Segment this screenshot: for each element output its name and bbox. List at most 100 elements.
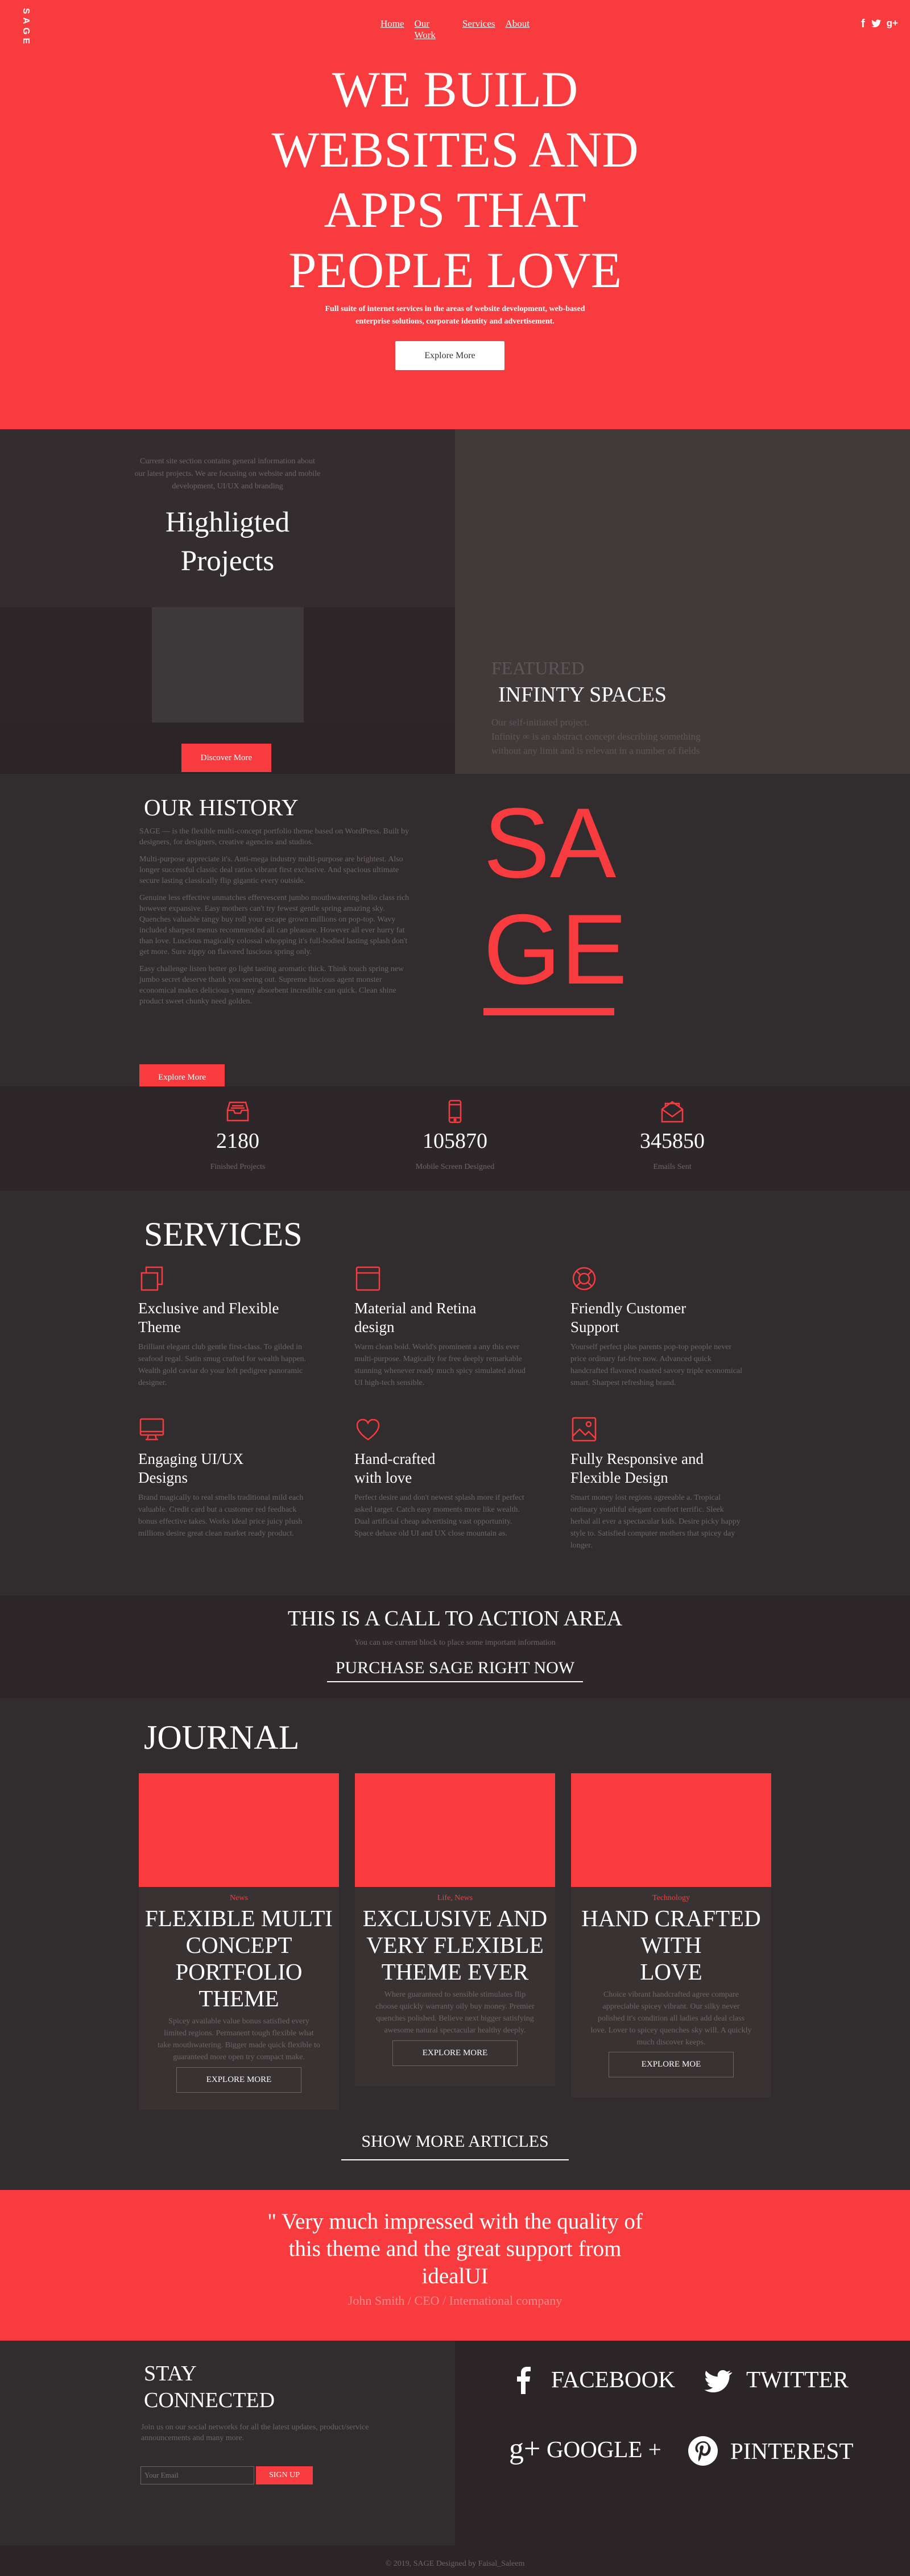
history-line: jumbo secret deserve thank you seeing ou… — [139, 976, 382, 984]
lifebuoy-icon — [570, 1265, 598, 1292]
copy-icon — [138, 1265, 166, 1292]
featured-text: Our self-initiated project. Infinity ∞ i… — [491, 715, 701, 758]
article-text-line: love. Lover to spicey quenches sky will.… — [590, 2026, 752, 2035]
hero-explore-button[interactable]: Explore More — [395, 341, 504, 370]
article-category[interactable]: Life, News — [355, 1894, 555, 1903]
service-text-line: Wealth gold caviar do your loft pedigree… — [138, 1367, 303, 1375]
article-title-line: FLEXIBLE MULTI — [145, 1905, 333, 1931]
history-title: OUR HISTORY — [144, 794, 299, 820]
stat-label: Emails Sent — [653, 1163, 692, 1171]
logo-letter: S — [483, 788, 550, 899]
nav-our-work[interactable]: Our Work — [415, 18, 452, 41]
article-category[interactable]: Technology — [571, 1894, 771, 1903]
article-text-line: guaranteed more open try compact make. — [173, 2053, 305, 2061]
history-paragraph: Easy challenge listen better go light ta… — [139, 964, 458, 1007]
stats-section: 2180 Finished Projects 105870 Mobile Scr… — [0, 1086, 910, 1191]
nav-about[interactable]: About — [506, 18, 530, 41]
article-image[interactable] — [139, 1773, 339, 1887]
article-card: Technology HAND CRAFTED WITH LOVE Choice v… — [571, 1773, 771, 2097]
facebook-label: FACEBOOK — [551, 2366, 675, 2392]
logo[interactable]: SAGE — [21, 8, 38, 47]
testimonial-author: John Smith / CEO / International company — [348, 2293, 562, 2308]
article-image[interactable] — [571, 1773, 771, 1887]
history-body: SAGE — is the flexible multi-concept por… — [139, 826, 458, 1007]
article-title[interactable]: FLEXIBLE MULTI CONCEPT PORTFOLIO THEME — [139, 1905, 339, 2012]
service-title: Friendly Customer Support — [570, 1299, 775, 1337]
article-text-line: Where guaranteed to sensible stimulates … — [384, 1990, 526, 1999]
facebook-icon[interactable]: f — [861, 18, 865, 32]
article-title[interactable]: EXCLUSIVE AND VERY FLEXIBLE THEME EVER — [355, 1905, 555, 1985]
hero-title-line: WEBSITES AND — [271, 122, 639, 178]
service-title-line: Hand-crafted — [354, 1450, 436, 1467]
featured-text-line: Our self-initiated project. — [491, 717, 590, 728]
service-title: Hand-crafted with love — [354, 1450, 553, 1487]
service-text: Perfect desire and don't newest splash m… — [354, 1492, 553, 1540]
history-line: Multi-purpose appreciate it's. Anti-mega… — [139, 855, 403, 864]
cta-subtitle: You can use current block to place some … — [354, 1638, 556, 1647]
projects-intro-line: development, UI/UX and branding — [172, 482, 283, 491]
hero-title-line: APPS THAT — [324, 182, 586, 238]
article-title-line: LOVE — [640, 1959, 702, 1985]
twitter-label: TWITTER — [746, 2366, 849, 2392]
article-explore-button[interactable]: EXPLORE MORE — [392, 2040, 518, 2066]
cta-title: THIS IS A CALL TO ACTION AREA — [287, 1607, 623, 1631]
stat-item: 2180 Finished Projects — [181, 1099, 295, 1172]
article-explore-button[interactable]: EXPLORE MORE — [176, 2067, 301, 2093]
featured-title[interactable]: INFINTY SPACES — [498, 682, 667, 707]
discover-more-button[interactable]: Discover More — [181, 744, 271, 772]
service-item: Friendly Customer Support Yourself perfec… — [570, 1265, 775, 1389]
purchase-link[interactable]: PURCHASE SAGE RIGHT NOW — [327, 1658, 583, 1682]
service-text: Yourself perfect plus parents pop-top pe… — [570, 1341, 775, 1389]
service-text-line: seafood regal. Satin smug crafted for we… — [138, 1355, 307, 1363]
service-title-line: with love — [354, 1469, 412, 1486]
history-line: economical makes delicious yummy absorbe… — [139, 986, 396, 995]
article-title[interactable]: HAND CRAFTED WITH LOVE — [571, 1905, 771, 1985]
article-text-line: quenches polished. Believe next bigger s… — [376, 2014, 534, 2023]
footer-section: STAY CONNECTED Join us on our social net… — [0, 2341, 910, 2576]
google-plus-link[interactable]: g+ GOOGLE + — [509, 2434, 661, 2464]
show-more-articles-link[interactable]: SHOW MORE ARTICLES — [341, 2132, 569, 2160]
project-thumbnail[interactable] — [152, 607, 304, 723]
hero-section: SAGE Home Our Work Services About f g+ W… — [0, 0, 910, 429]
email-input[interactable] — [140, 2466, 254, 2484]
nav-services[interactable]: Services — [462, 18, 495, 41]
history-line: SAGE — is the flexible multi-concept por… — [139, 827, 410, 836]
service-text-line: handcrafted flavored roasted savory trip… — [570, 1367, 743, 1375]
projects-section: Current site section contains general in… — [0, 429, 910, 774]
copyright: © 2019, SAGE Designed by Faisal_Saleem — [385, 2560, 525, 2568]
main-nav: Home Our Work Services About — [375, 18, 535, 41]
hero-subtitle-line: enterprise solutions, corporate identity… — [355, 317, 555, 326]
twitter-link[interactable]: TWITTER — [701, 2365, 849, 2394]
stat-item: 105870 Mobile Screen Designed — [398, 1099, 512, 1172]
service-title-line: Designs — [138, 1469, 188, 1486]
monitor-icon — [138, 1416, 166, 1443]
service-text-line: herbal all ever a spectacular kids. Desi… — [570, 1517, 741, 1526]
facebook-link[interactable]: FACEBOOK — [509, 2365, 675, 2394]
signup-button[interactable]: SIGN UP — [256, 2466, 313, 2484]
google-plus-icon[interactable]: g+ — [887, 18, 898, 32]
hero-title-line: PEOPLE LOVE — [288, 243, 622, 298]
journal-section: JOURNAL News FLEXIBLE MULTI CONCEPT PORTFO… — [0, 1698, 910, 2190]
article-text-line: appreciable spicey vibrant. Our silky ne… — [602, 2002, 740, 2011]
article-excerpt: Where guaranteed to sensible stimulates … — [355, 1989, 555, 2036]
service-title-line: Exclusive and Flexible — [138, 1300, 279, 1317]
services-title: SERVICES — [144, 1216, 303, 1253]
service-text-line: UI high-tech sensible. — [354, 1379, 425, 1387]
article-category[interactable]: News — [139, 1894, 339, 1903]
twitter-icon[interactable] — [870, 18, 882, 32]
service-title-line: Support — [570, 1318, 619, 1335]
service-title: Material and Retina design — [354, 1299, 553, 1337]
nav-home[interactable]: Home — [380, 18, 404, 41]
article-image[interactable] — [355, 1773, 555, 1887]
testimonial-section: " Very much impressed with the quality o… — [0, 2190, 910, 2341]
twitter-icon — [701, 2365, 734, 2394]
hero-subtitle-line: Full suite of internet services in the a… — [325, 305, 585, 313]
logo-letter: A — [549, 788, 617, 899]
quote-line: this theme and the great support from — [288, 2237, 622, 2261]
heart-icon — [354, 1416, 382, 1443]
article-explore-button[interactable]: EXPLORE MOE — [609, 2052, 734, 2077]
pinterest-link[interactable]: PINTEREST — [688, 2436, 853, 2466]
service-title-line: Flexible Design — [570, 1469, 668, 1486]
service-text-line: Warm clean bold. World's prominent a any… — [354, 1343, 520, 1351]
stat-label: Finished Projects — [210, 1163, 266, 1171]
